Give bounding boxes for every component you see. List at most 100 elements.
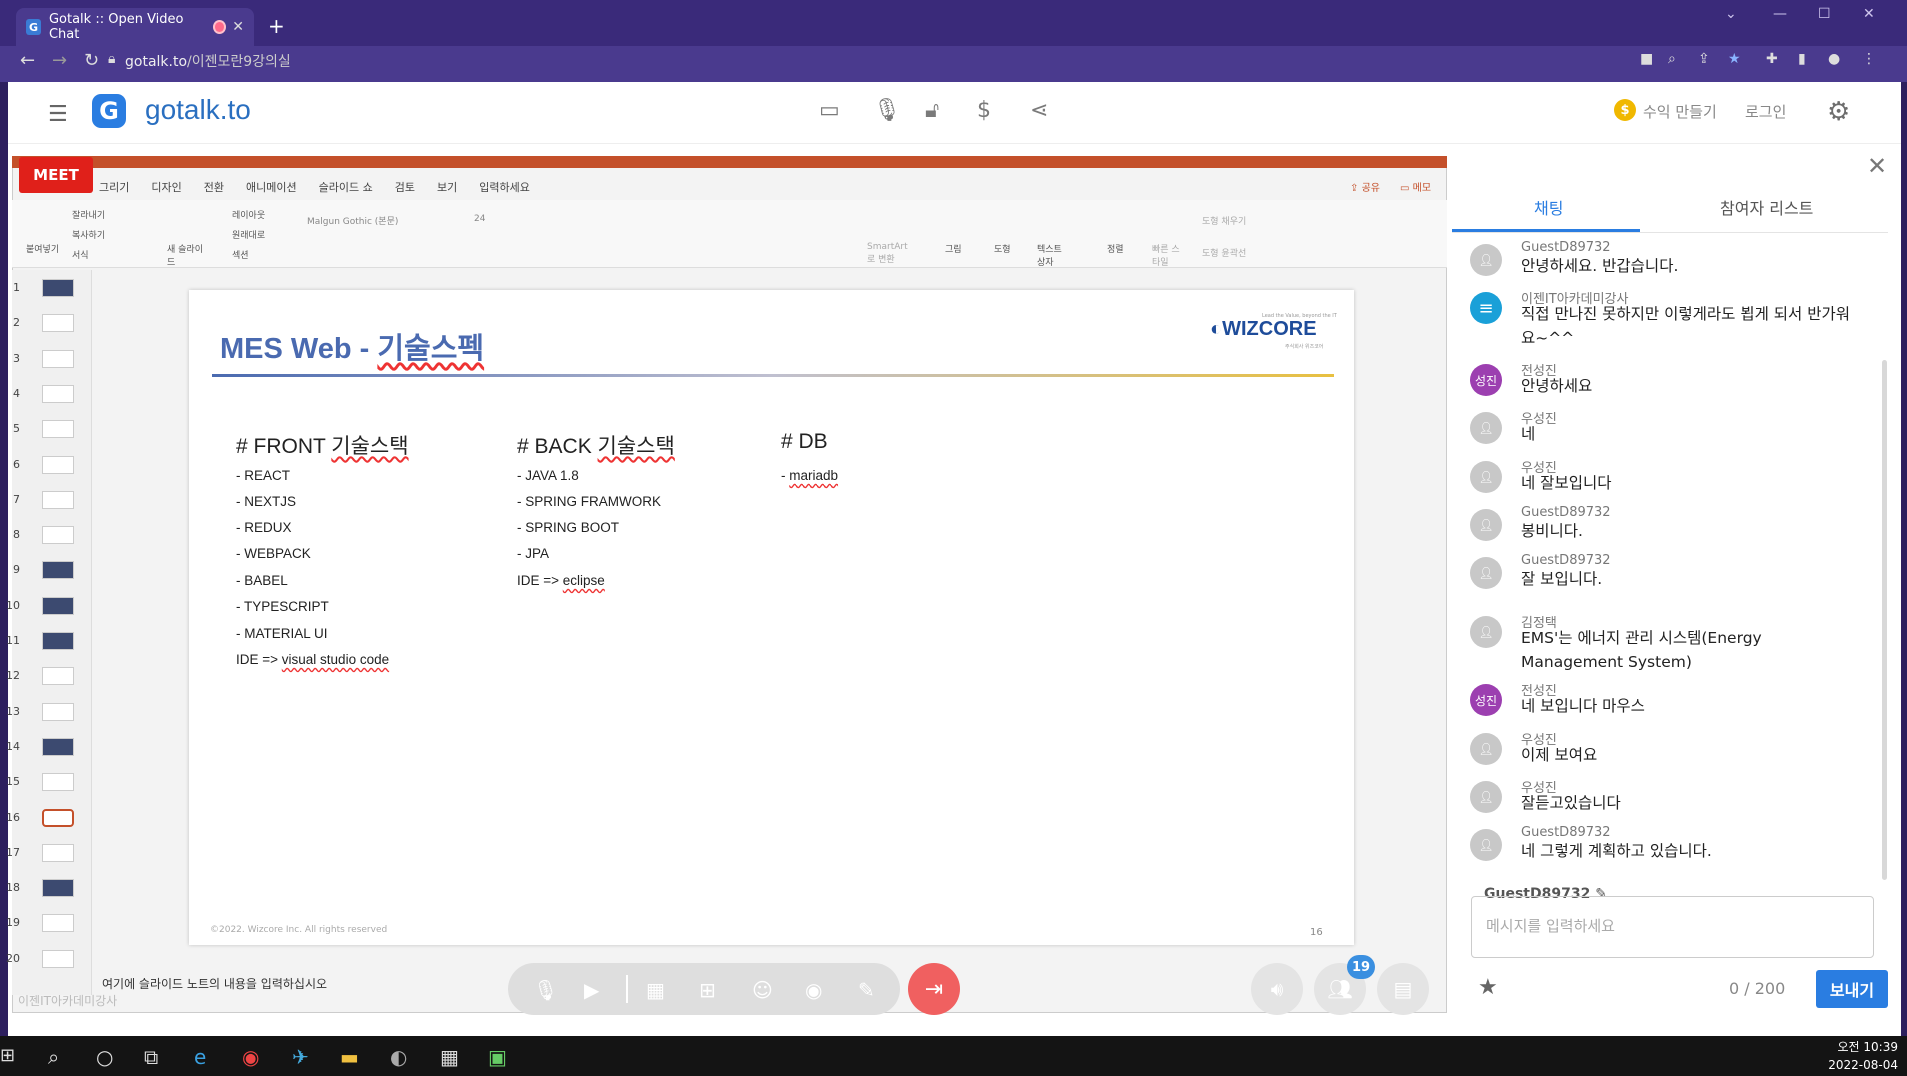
tab-participants[interactable]: 참여자 리스트 (1720, 195, 1813, 219)
slide-thumbnail[interactable] (42, 879, 74, 898)
start-icon[interactable]: ⊞ (0, 1045, 15, 1066)
forward-icon[interactable]: → (52, 50, 67, 71)
dollar-icon[interactable]: $ (977, 98, 991, 123)
shape-outline-button[interactable]: 도형 윤곽선 (1202, 246, 1246, 259)
send-button[interactable]: 보내기 (1816, 970, 1888, 1008)
edge-icon[interactable]: e (194, 1045, 206, 1069)
arrange-button[interactable]: 정렬 (1107, 242, 1124, 255)
sidepanel-icon[interactable]: ▮ (1798, 51, 1806, 67)
font-family-select[interactable]: Malgun Gothic (본문) (307, 214, 398, 227)
emoji-icon[interactable]: ☺ (752, 978, 773, 1002)
close-panel-icon[interactable]: ✕ (1867, 152, 1887, 180)
more-menu-icon[interactable]: ⋮ (1862, 51, 1876, 67)
slide-thumbnail[interactable] (42, 526, 74, 545)
new-slide-button[interactable]: 새 슬라이드 (167, 242, 207, 268)
slide-notes[interactable]: 여기에 슬라이드 노트의 내용을 입력하십시오 (102, 975, 327, 992)
ppt-tab[interactable]: 전환 (204, 179, 224, 195)
gotalk-logo-text[interactable]: gotalk.to (145, 94, 251, 126)
grid-view-icon[interactable]: ▦ (646, 978, 665, 1002)
tab-chat[interactable]: 채팅 (1534, 195, 1563, 219)
file-explorer-icon[interactable]: ▬ (340, 1045, 359, 1069)
screen-share-icon[interactable]: ▭ (819, 98, 840, 123)
slide-thumbnail[interactable] (42, 632, 74, 650)
ppt-tab[interactable]: 보기 (437, 179, 457, 195)
slide-thumbnail[interactable] (42, 279, 74, 297)
address-bar[interactable]: gotalk.to/이젠모란9강의실 (125, 51, 291, 71)
slide-thumbnail[interactable] (42, 596, 74, 615)
calculator-icon[interactable]: ▦ (440, 1045, 459, 1069)
slide-thumbnail[interactable] (42, 843, 74, 862)
slide-thumbnail[interactable] (42, 914, 74, 933)
layout-button[interactable]: 레이아웃 (232, 208, 265, 221)
mic-control-icon[interactable]: 🎙︎ (533, 978, 558, 1002)
ppt-tab[interactable]: 그리기 (99, 179, 129, 195)
cut-button[interactable]: 잘라내기 (72, 208, 105, 221)
camera-control-icon[interactable]: ▶ (584, 978, 599, 1002)
slide-thumbnail[interactable] (42, 949, 74, 968)
paint-icon[interactable]: ◐ (390, 1045, 407, 1069)
profile-icon[interactable]: ● (1828, 51, 1840, 67)
slide-thumbnail[interactable] (42, 773, 74, 792)
new-tab-button[interactable]: + (268, 14, 285, 38)
close-tab-icon[interactable]: ✕ (232, 19, 244, 35)
slide-thumbnail[interactable] (42, 561, 74, 580)
section-button[interactable]: 섹션 (232, 248, 249, 261)
zoom-icon[interactable]: ⌕ (1668, 51, 1676, 67)
slide-thumbnail[interactable] (42, 420, 74, 439)
reset-button[interactable]: 원래대로 (232, 228, 265, 241)
ppt-tab[interactable]: 디자인 (151, 179, 181, 195)
system-clock[interactable]: 오전 10:39 2022-08-04 (1820, 1038, 1898, 1074)
share-icon[interactable]: ⇪ (1698, 51, 1710, 67)
tab-search-icon[interactable]: ⌄ (1725, 6, 1737, 22)
ppt-share-button[interactable]: ⇪ 공유 (1350, 179, 1380, 194)
slide-thumbnail[interactable] (42, 808, 74, 827)
leave-room-button[interactable]: ⇥ (908, 963, 960, 1015)
ppt-tab[interactable]: 검토 (395, 179, 415, 195)
ppt-memo-button[interactable]: ▭ 메모 (1400, 179, 1431, 194)
maximize-icon[interactable]: ☐ (1818, 6, 1831, 22)
lock-room-icon[interactable]: 🔓︎ (925, 98, 939, 123)
copy-button[interactable]: 복사하기 (72, 228, 105, 241)
chrome-icon[interactable]: ◉ (242, 1045, 259, 1069)
slide-thumbnail[interactable] (42, 737, 74, 756)
volume-button[interactable]: 🔊︎ (1251, 963, 1303, 1015)
reload-icon[interactable]: ↻ (84, 50, 99, 71)
minimize-icon[interactable]: — (1773, 6, 1787, 22)
chat-scrollbar[interactable] (1882, 360, 1887, 880)
microphone-icon[interactable]: 🎙︎ (873, 98, 901, 123)
picture-button[interactable]: 그림 (945, 242, 962, 255)
hamburger-menu-icon[interactable]: ☰ (48, 102, 68, 127)
slide-thumbnail[interactable] (42, 349, 74, 368)
chat-toggle-button[interactable]: ▤ (1377, 963, 1429, 1015)
search-icon[interactable]: ⌕ (48, 1045, 59, 1069)
format-painter-button[interactable]: 서식 (72, 248, 89, 261)
slide-thumbnail[interactable] (42, 384, 74, 403)
chat-input[interactable]: 메시지를 입력하세요 (1471, 896, 1874, 958)
back-icon[interactable]: ← (20, 50, 35, 71)
login-link[interactable]: 로그인 (1745, 101, 1786, 122)
gotalk-logo-icon[interactable]: G (92, 94, 126, 128)
bookmark-star-icon[interactable]: ★ (1728, 51, 1741, 67)
shape-button[interactable]: 도형 (994, 242, 1011, 255)
earn-link[interactable]: 수익 만들기 (1643, 101, 1717, 122)
add-screen-icon[interactable]: ⊞ (699, 978, 716, 1002)
smartart-button[interactable]: SmartArt로 변환 (867, 242, 912, 265)
extensions-icon[interactable]: ✚ (1766, 51, 1778, 67)
ppt-tab[interactable]: 슬라이드 쇼 (319, 179, 373, 195)
font-size-select[interactable]: 24 (474, 214, 485, 224)
quickstyle-button[interactable]: 빠른 스타일 (1152, 242, 1182, 268)
slide-thumbnail[interactable] (42, 702, 74, 721)
slide-thumbnail[interactable] (42, 314, 74, 333)
window-close-icon[interactable]: ✕ (1863, 6, 1875, 22)
ppt-search[interactable]: 입력하세요 (479, 179, 530, 195)
app-active-icon[interactable]: ▣ (488, 1045, 507, 1069)
slide-thumbnail[interactable] (42, 667, 74, 686)
task-view-icon[interactable]: ⧉ (144, 1045, 158, 1069)
pen-icon[interactable]: ✎ (858, 978, 875, 1002)
slide-thumbnail[interactable] (42, 490, 74, 509)
app-bird-icon[interactable]: ✈ (292, 1045, 309, 1069)
favorite-star-icon[interactable]: ★ (1478, 975, 1498, 1000)
browser-tab[interactable]: G Gotalk :: Open Video Chat ✕ (16, 8, 254, 46)
ppt-tab[interactable]: 애니메이션 (246, 179, 297, 195)
textbox-button[interactable]: 텍스트 상자 (1037, 242, 1067, 268)
